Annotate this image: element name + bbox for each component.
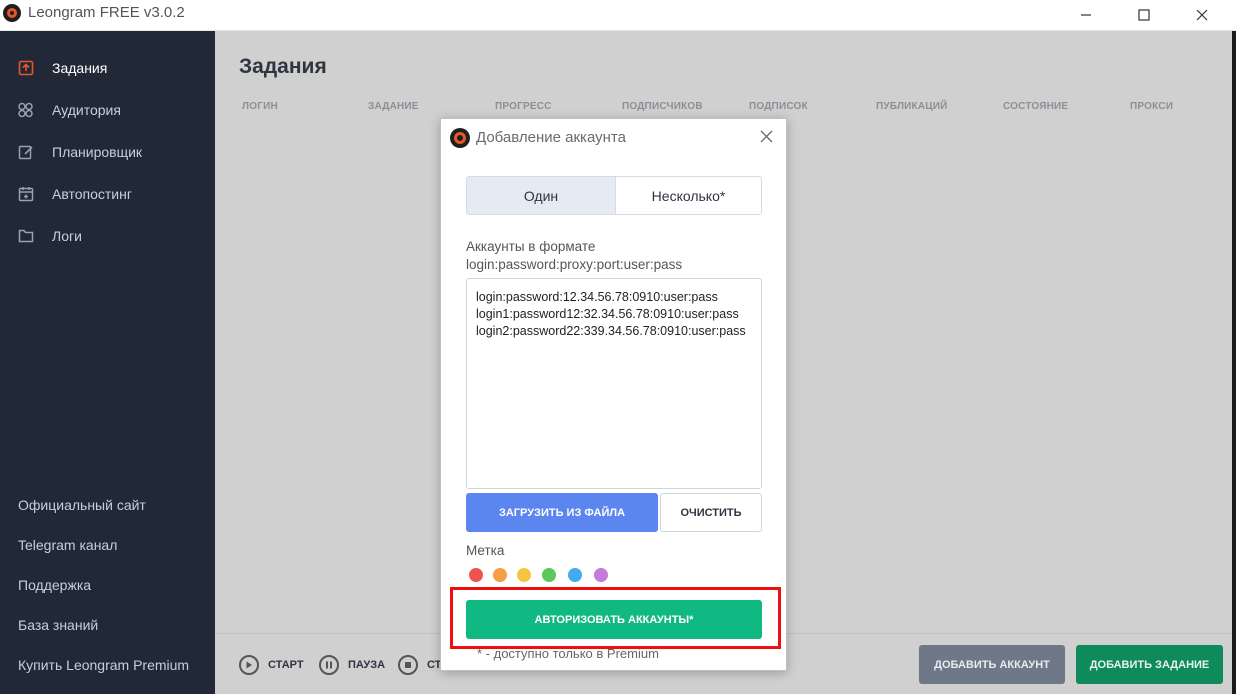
logs-icon	[17, 227, 35, 245]
sidebar-item-audience[interactable]: Аудитория	[0, 89, 215, 131]
accounts-format-label: Аккаунты в формате login:password:proxy:…	[466, 239, 683, 272]
tag-color-green[interactable]	[542, 568, 556, 582]
accounts-textarea[interactable]: login:password:12.34.56.78:0910:user:pas…	[466, 278, 762, 489]
column-header-proxy: ПРОКСИ	[1130, 101, 1174, 112]
pause-label: ПАУЗА	[348, 659, 386, 671]
sidebar-item-autopost[interactable]: Автопостинг	[0, 173, 215, 215]
start-button[interactable]: СТАРТ	[239, 654, 304, 676]
column-header-task: ЗАДАНИЕ	[368, 101, 419, 112]
tag-label: Метка	[466, 543, 505, 558]
sidebar-item-label: Автопостинг	[52, 186, 132, 202]
column-header-status: СОСТОЯНИЕ	[1003, 101, 1069, 112]
stop-button[interactable]: СТ	[398, 654, 441, 676]
app-logo-icon	[3, 4, 21, 22]
play-icon	[239, 655, 259, 675]
telegram-channel-link[interactable]: Telegram канал	[18, 537, 117, 553]
premium-note: * - доступно только в Premium	[477, 646, 659, 661]
sidebar-item-scheduler[interactable]: Планировщик	[0, 131, 215, 173]
column-header-progress: ПРОГРЕСС	[495, 101, 552, 112]
authorize-accounts-button[interactable]: АВТОРИЗОВАТЬ АККАУНТЫ*	[466, 600, 762, 639]
tag-color-blue[interactable]	[568, 568, 582, 582]
app-logo-icon	[450, 128, 470, 148]
sidebar-item-label: Логи	[52, 228, 82, 244]
dialog-close-button[interactable]	[755, 125, 777, 147]
buy-premium-link[interactable]: Купить Leongram Premium	[18, 657, 189, 673]
app-title: Leongram FREE v3.0.2	[28, 4, 185, 21]
load-from-file-button[interactable]: ЗАГРУЗИТЬ ИЗ ФАЙЛА	[466, 493, 658, 532]
window-close-button[interactable]	[1179, 0, 1225, 30]
tab-many[interactable]: Несколько*	[615, 177, 761, 214]
column-header-following: ПОДПИСОК	[749, 101, 808, 112]
minimize-icon	[1081, 14, 1091, 16]
tag-color-orange[interactable]	[493, 568, 507, 582]
sidebar-item-label: Планировщик	[52, 144, 143, 160]
close-icon	[1196, 9, 1208, 21]
add-account-dialog: Добавление аккаунта Один Несколько* Акка…	[440, 118, 787, 671]
title-bar: Leongram FREE v3.0.2	[0, 0, 1236, 31]
add-account-button[interactable]: ДОБАВИТЬ АККАУНТ	[919, 645, 1065, 684]
tab-one[interactable]: Один	[467, 177, 615, 214]
column-header-login: ЛОГИН	[242, 101, 278, 112]
sidebar-item-label: Аудитория	[52, 102, 121, 118]
sidebar-item-logs[interactable]: Логи	[0, 215, 215, 257]
page-title: Задания	[239, 55, 327, 78]
pause-icon	[319, 655, 339, 675]
autopost-icon	[17, 185, 35, 203]
support-link[interactable]: Поддержка	[18, 577, 91, 593]
maximize-button[interactable]	[1121, 0, 1167, 30]
tag-color-red[interactable]	[469, 568, 483, 582]
tag-color-purple[interactable]	[594, 568, 608, 582]
tag-color-yellow[interactable]	[517, 568, 531, 582]
minimize-button[interactable]	[1063, 0, 1109, 30]
sidebar-item-label: Задания	[52, 60, 108, 76]
column-header-followers: ПОДПИСЧИКОВ	[622, 101, 703, 112]
tasks-icon	[17, 59, 35, 77]
knowledge-base-link[interactable]: База знаний	[18, 617, 98, 633]
scheduler-icon	[17, 143, 35, 161]
add-task-button[interactable]: ДОБАВИТЬ ЗАДАНИЕ	[1076, 645, 1223, 684]
maximize-icon	[1138, 9, 1150, 21]
account-mode-toggle: Один Несколько*	[466, 176, 762, 215]
start-label: СТАРТ	[268, 659, 304, 671]
sidebar: Задания Аудитория Планировщик Автопостин…	[0, 31, 215, 694]
clear-button[interactable]: ОЧИСТИТЬ	[660, 493, 762, 532]
sidebar-item-tasks[interactable]: Задания	[0, 47, 215, 89]
column-header-posts: ПУБЛИКАЦИЙ	[876, 101, 948, 112]
window-edge	[1232, 31, 1236, 694]
official-site-link[interactable]: Официальный сайт	[18, 497, 146, 513]
audience-icon	[17, 101, 35, 119]
dialog-title: Добавление аккаунта	[476, 129, 626, 146]
stop-icon	[398, 655, 418, 675]
close-icon	[760, 130, 772, 142]
pause-button[interactable]: ПАУЗА	[319, 654, 385, 676]
